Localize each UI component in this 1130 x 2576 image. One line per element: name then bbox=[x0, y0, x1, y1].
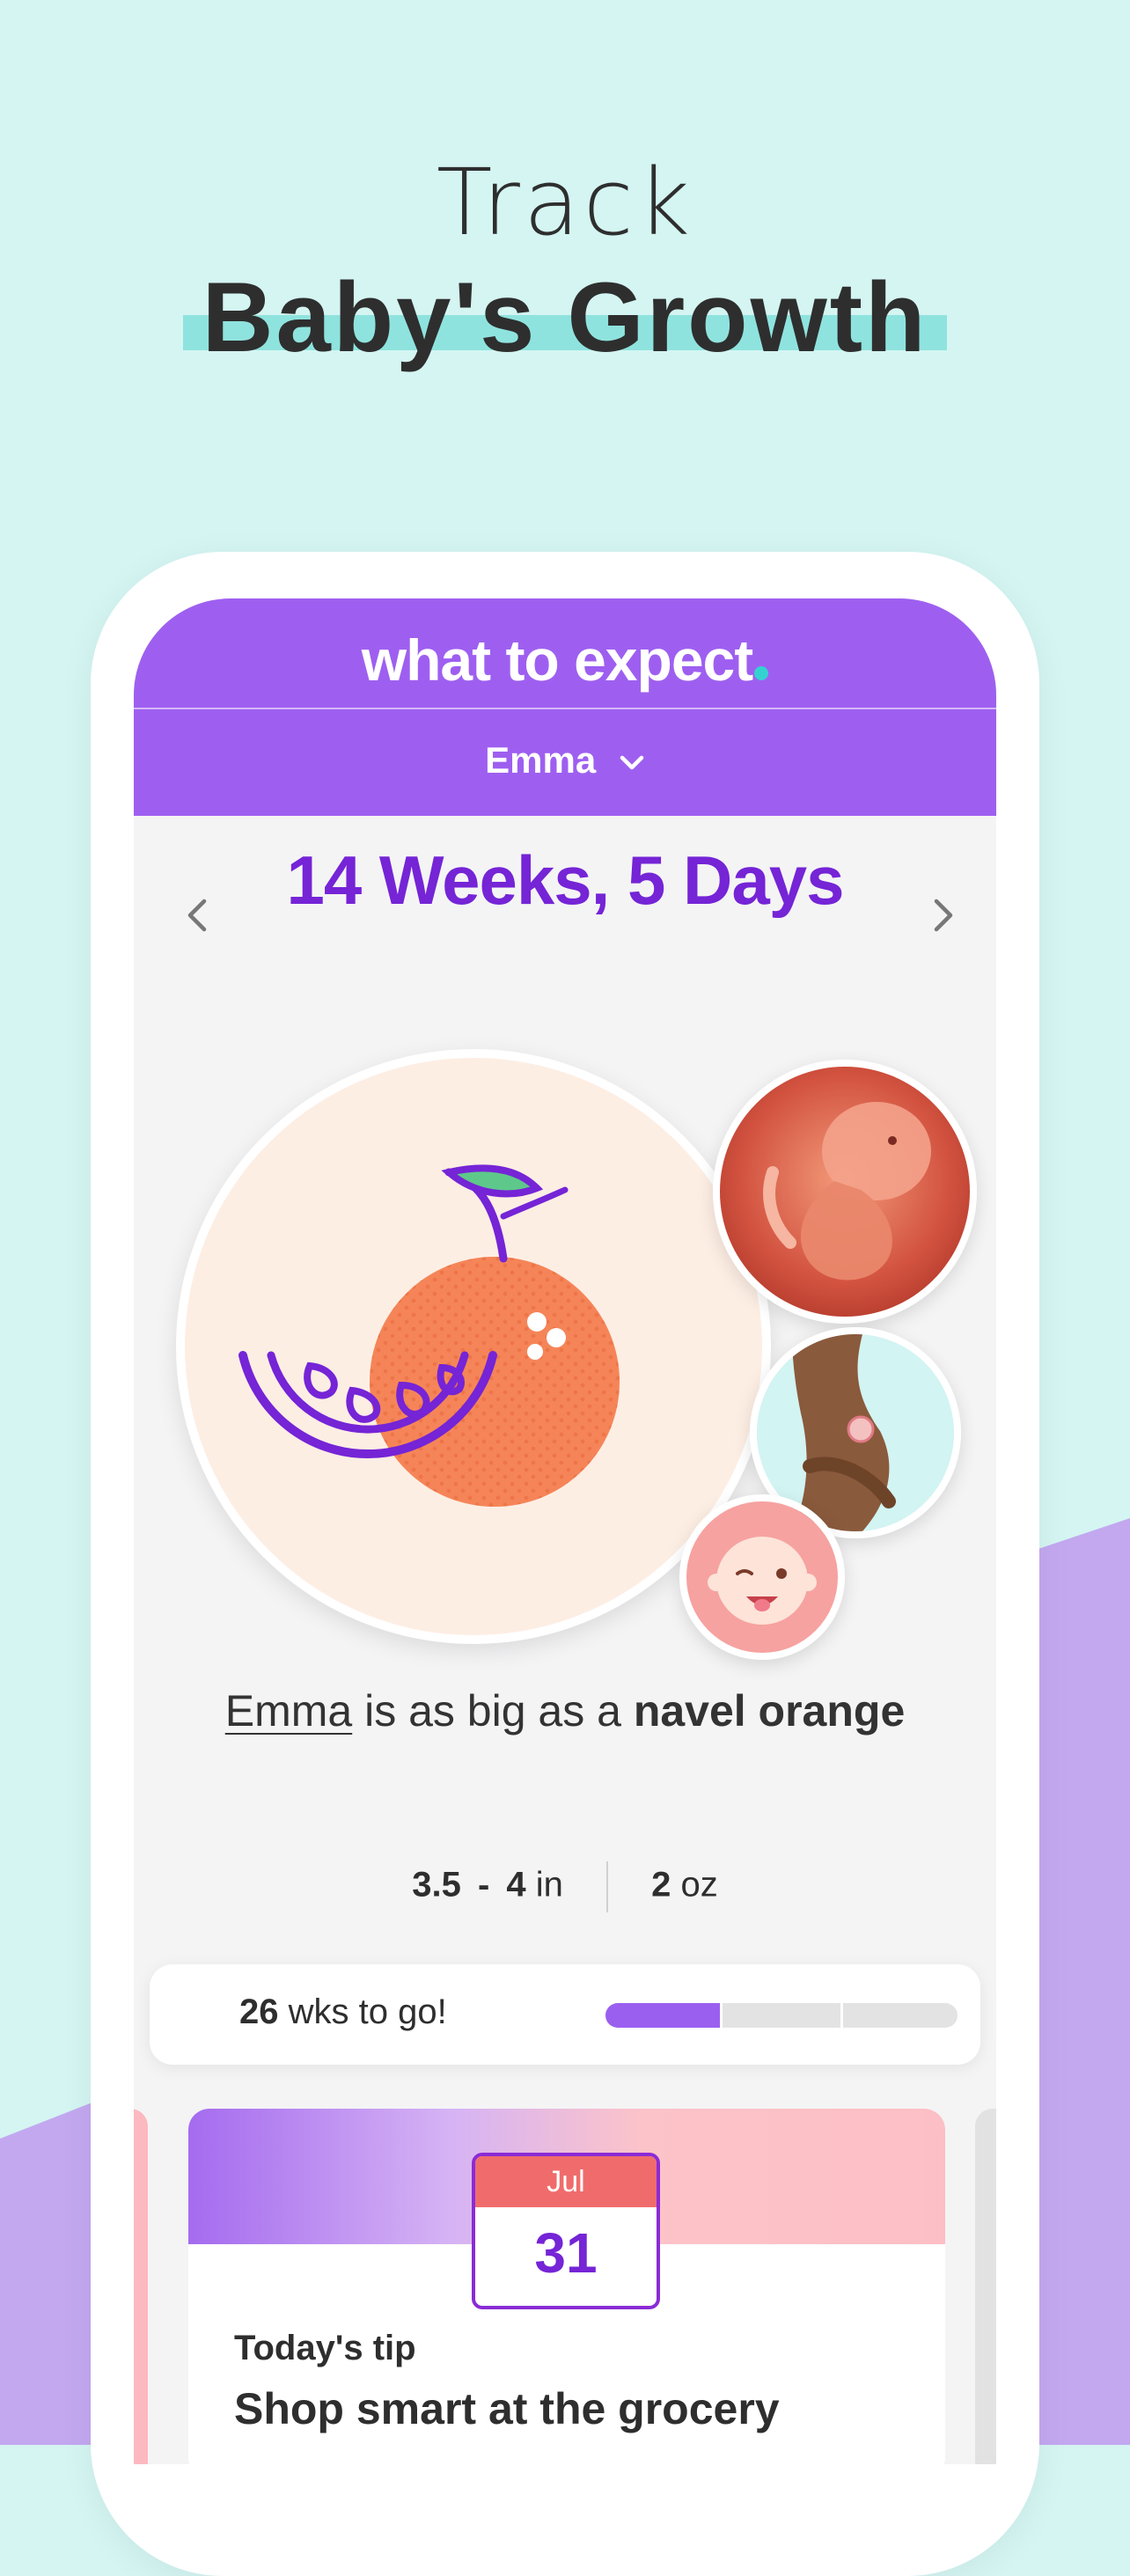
length-min: 3.5 bbox=[412, 1865, 461, 1904]
trimester-marker-1 bbox=[720, 2003, 723, 2028]
size-caption: Emma is as big as a navel orange bbox=[134, 1681, 996, 1741]
trimester-marker-2 bbox=[840, 2003, 843, 2028]
app-header: what to expect Emma bbox=[134, 598, 996, 816]
progress-fill bbox=[605, 2003, 722, 2028]
logo-dot bbox=[754, 666, 769, 680]
weeks-left: 26 bbox=[239, 1993, 279, 2031]
caption-middle: is as big as a bbox=[352, 1686, 634, 1736]
length-dash: - bbox=[477, 1865, 490, 1904]
weeks-suffix: wks to go! bbox=[288, 1993, 447, 2031]
progress-card[interactable]: 26 wks to go! bbox=[150, 1964, 980, 2065]
header-divider bbox=[134, 708, 996, 709]
calendar-icon: Jul 31 bbox=[472, 2153, 660, 2309]
size-stats: 3.5 - 4 in 2 oz bbox=[134, 1861, 996, 1912]
chevron-right-icon[interactable] bbox=[917, 889, 970, 942]
baby-face-icon[interactable] bbox=[679, 1494, 845, 1660]
profile-selector[interactable]: Emma bbox=[134, 739, 996, 782]
next-card-peek[interactable] bbox=[975, 2109, 996, 2464]
fetus-illustration bbox=[720, 1067, 970, 1317]
app-screen: what to expect Emma 14 Weeks, 5 Days Emm… bbox=[134, 598, 996, 2464]
orange-illustration bbox=[238, 1164, 620, 1507]
chevron-down-icon bbox=[620, 755, 644, 770]
tip-label: Today's tip bbox=[234, 2329, 416, 2367]
headline: Track Baby's Growth bbox=[0, 141, 1130, 375]
week-title: 14 Weeks, 5 Days bbox=[286, 841, 844, 919]
tip-card[interactable]: Jul 31 Today's tip Shop smart at the gro… bbox=[188, 2109, 945, 2464]
prev-card-peek[interactable] bbox=[134, 2109, 148, 2464]
baby-face-illustration bbox=[686, 1501, 838, 1653]
length-unit: in bbox=[535, 1865, 563, 1904]
weight-unit: oz bbox=[680, 1865, 718, 1904]
pregnancy-progress-bar bbox=[605, 2003, 958, 2028]
calendar-month: Jul bbox=[475, 2156, 657, 2207]
app-logo[interactable]: what to expect bbox=[134, 627, 996, 694]
fetus-image[interactable] bbox=[713, 1060, 977, 1324]
weeks-to-go: 26 wks to go! bbox=[239, 1993, 447, 2032]
fruit-name: navel orange bbox=[633, 1686, 906, 1736]
headline-line1: Track bbox=[436, 149, 694, 256]
headline-line2: Baby's Growth bbox=[202, 262, 928, 372]
profile-name: Emma bbox=[485, 739, 597, 781]
baby-name-link[interactable]: Emma bbox=[225, 1686, 352, 1736]
chevron-left-icon[interactable] bbox=[171, 889, 224, 942]
length-max: 4 bbox=[506, 1865, 526, 1904]
weight-value: 2 bbox=[651, 1865, 671, 1904]
tip-title: Shop smart at the grocery bbox=[234, 2384, 780, 2433]
calendar-day: 31 bbox=[534, 2221, 598, 2285]
stat-divider bbox=[606, 1861, 609, 1912]
